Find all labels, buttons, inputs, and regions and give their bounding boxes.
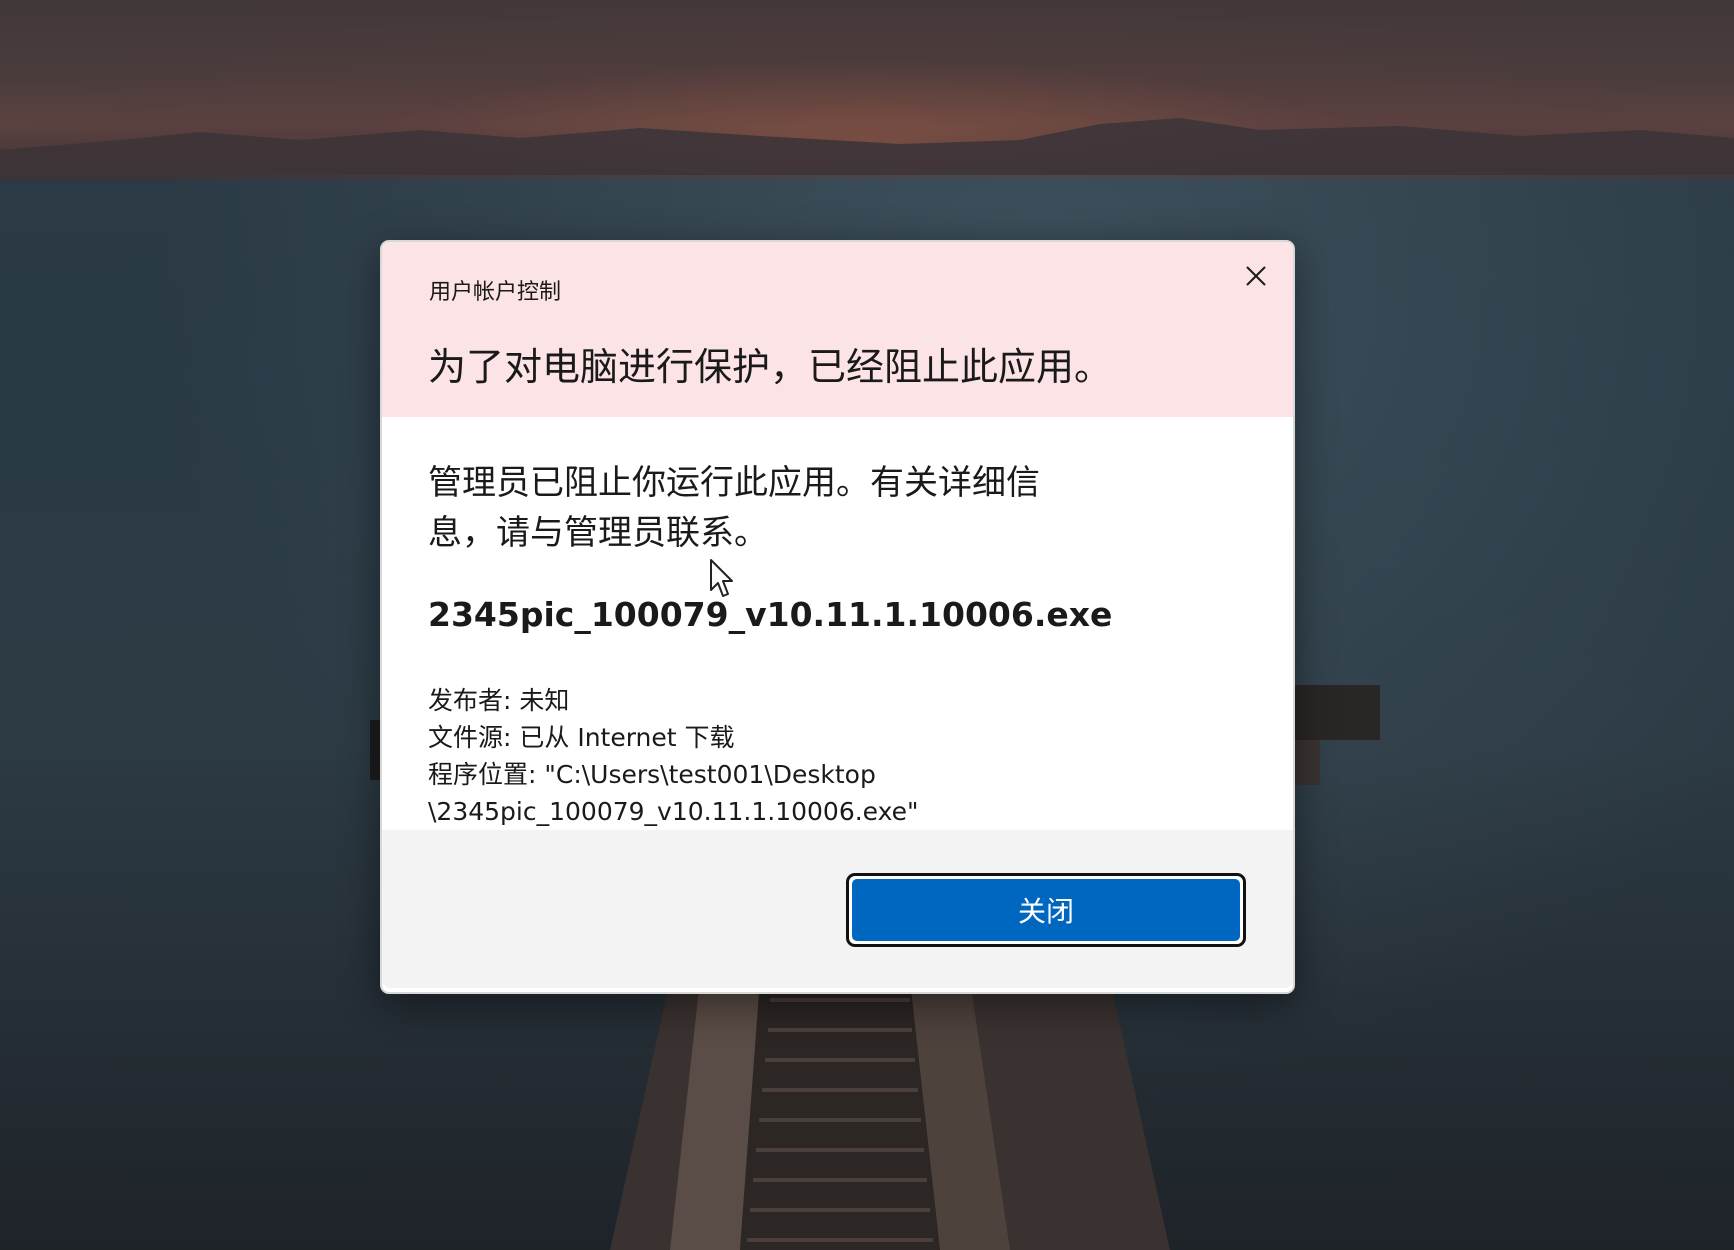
pier-post: [1290, 685, 1380, 785]
close-icon[interactable]: [1236, 256, 1276, 296]
file-details: 发布者: 未知 文件源: 已从 Internet 下载 程序位置: "C:\Us…: [428, 682, 919, 830]
dialog-caption: 用户帐户控制: [429, 280, 562, 305]
publisher-text: 发布者: 未知: [428, 686, 570, 715]
file-source-text: 文件源: 已从 Internet 下载: [428, 723, 735, 752]
blocked-file-name: 2345pic_100079_v10.11.1.10006.exe: [428, 595, 1113, 634]
close-button-focus-ring: 关闭: [846, 873, 1246, 947]
dialog-message-line: 管理员已阻止你运行此应用。有关详细信: [428, 463, 1040, 503]
arrow-cursor-icon: [710, 559, 733, 597]
dialog-headline: 为了对电脑进行保护，已经阻止此应用。: [428, 345, 1113, 389]
program-location-text: 程序位置: "C:\Users\test001\Desktop: [428, 760, 876, 789]
wooden-pier: [610, 980, 1170, 1250]
dialog-message: 管理员已阻止你运行此应用。有关详细信 息，请与管理员联系。: [428, 458, 1108, 558]
mountain-silhouette: [0, 118, 1734, 180]
dialog-message-line: 息，请与管理员联系。: [428, 513, 768, 553]
program-location-text-continued: \2345pic_100079_v10.11.1.10006.exe": [428, 797, 919, 826]
close-button[interactable]: 关闭: [852, 879, 1240, 941]
